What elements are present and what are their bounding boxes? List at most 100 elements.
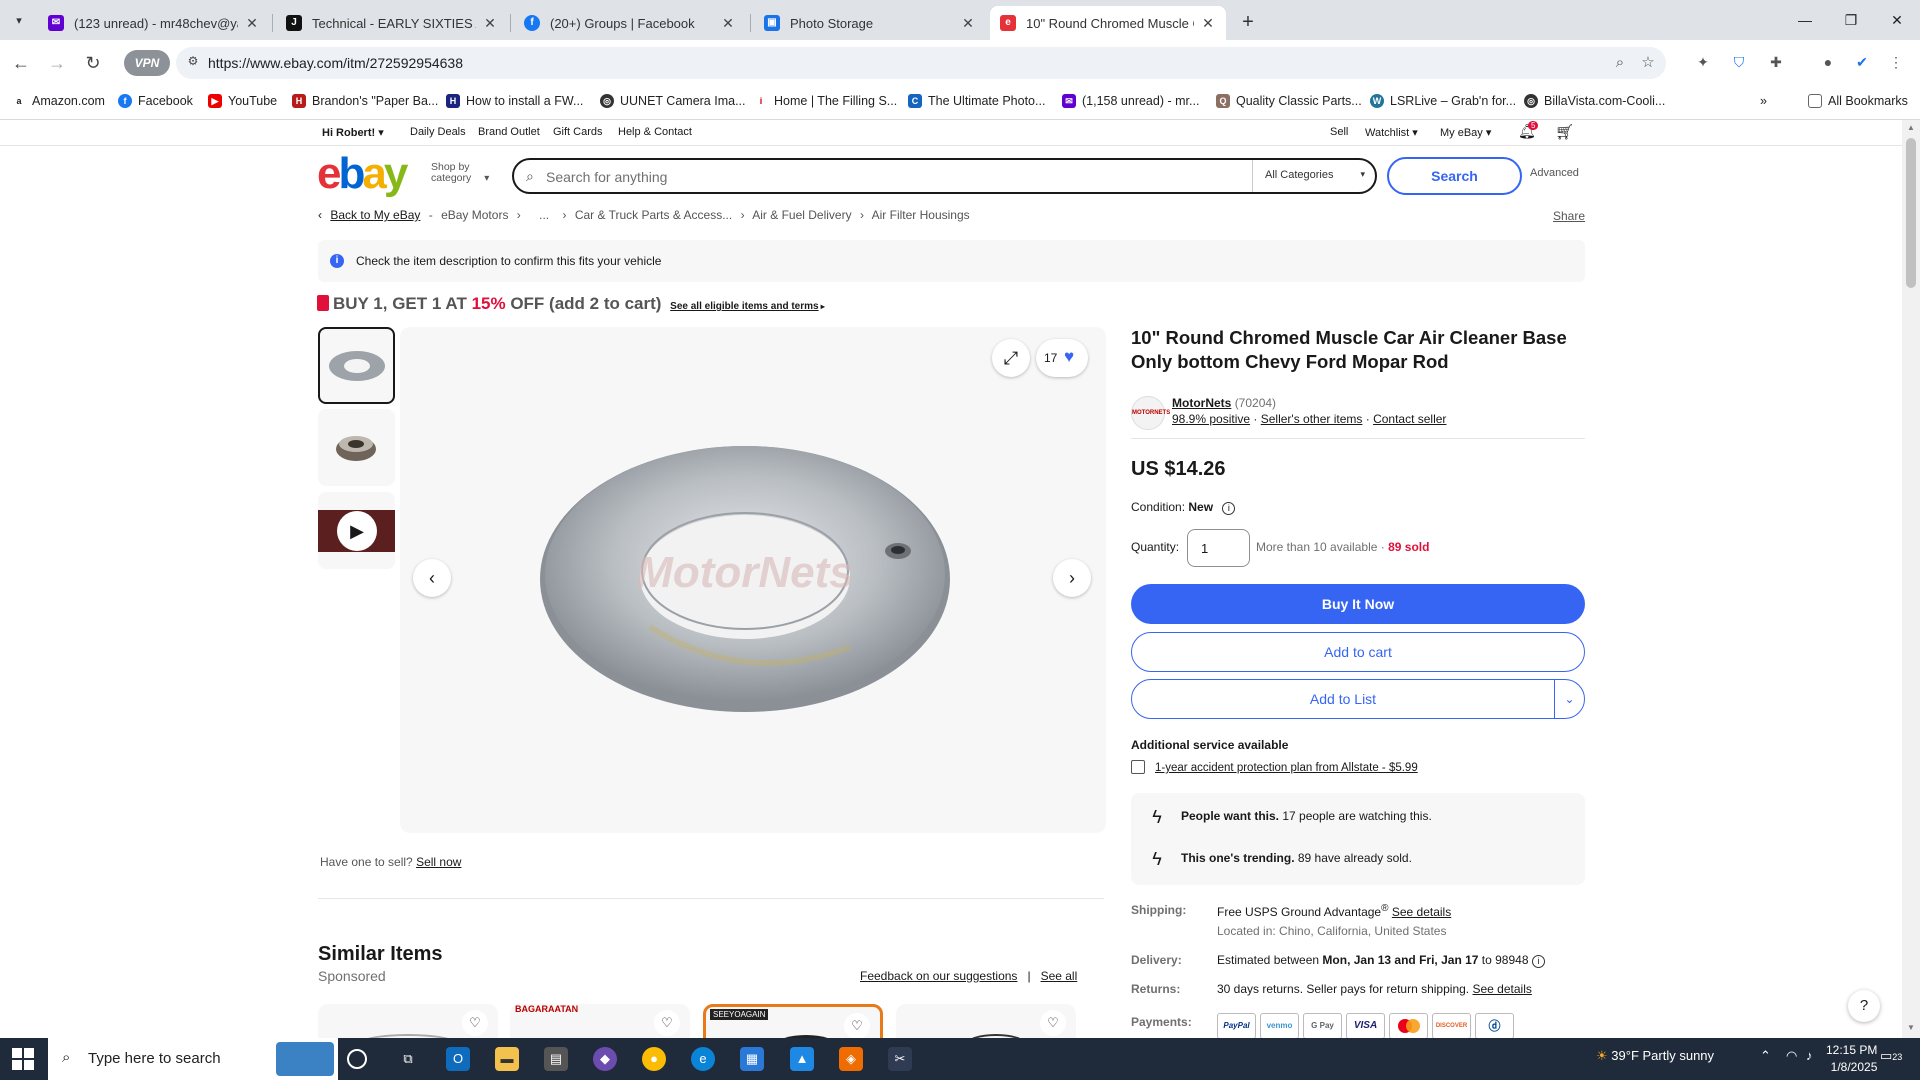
category-select[interactable]: All Categories ▾	[1252, 160, 1377, 192]
protection-plan-checkbox[interactable]	[1131, 760, 1145, 774]
shield-extension-icon[interactable]: ⛉	[1729, 52, 1749, 72]
feedback-link[interactable]: Feedback on our suggestions	[860, 969, 1017, 983]
promo-terms-link[interactable]: See all eligible items and terms	[670, 301, 818, 312]
crumb-car-truck-parts[interactable]: Car & Truck Parts & Access...	[575, 208, 732, 222]
heart-icon[interactable]: ♡	[1040, 1010, 1066, 1036]
close-tab-icon[interactable]: ✕	[1200, 15, 1216, 32]
returns-details-link[interactable]: See details	[1472, 982, 1531, 996]
tab-yahoo-mail[interactable]: ✉ (123 unread) - mr48chev@yaho ✕	[38, 6, 270, 40]
cart-icon[interactable]: 🛒︎	[1555, 123, 1574, 141]
forward-arrow-icon[interactable]: →	[43, 49, 71, 77]
thumbnail-video[interactable]: ▶	[318, 492, 395, 569]
bookmark-quality-classic[interactable]: Q Quality Classic Parts...	[1216, 94, 1362, 108]
more-bookmarks-icon[interactable]: »	[1760, 94, 1767, 108]
crumb-ellipsis[interactable]: ...	[539, 208, 549, 222]
new-tab-button[interactable]: +	[1234, 8, 1262, 36]
close-tab-icon[interactable]: ✕	[720, 15, 736, 32]
contact-seller-link[interactable]: Contact seller	[1373, 412, 1446, 426]
my-ebay-menu[interactable]: My eBay ▾	[1440, 126, 1491, 139]
tab-ebay-active[interactable]: e 10" Round Chromed Muscle Ca ✕	[990, 6, 1226, 40]
vpn-badge[interactable]: VPN	[124, 50, 170, 76]
close-tab-icon[interactable]: ✕	[482, 15, 498, 32]
back-chevron-icon[interactable]: ‹	[318, 208, 322, 222]
windows-start-icon[interactable]	[12, 1048, 34, 1070]
crumb-air-fuel[interactable]: Air & Fuel Delivery	[752, 208, 851, 222]
sell-now-link[interactable]: Sell now	[416, 855, 461, 869]
search-button[interactable]: Search	[1387, 157, 1522, 195]
close-tab-icon[interactable]: ✕	[960, 15, 976, 32]
heart-icon[interactable]: ♡	[844, 1013, 870, 1038]
info-icon[interactable]: i	[1531, 955, 1545, 968]
volume-icon[interactable]: ♪	[1806, 1048, 1813, 1063]
site-info-icon[interactable]: ⚙	[184, 54, 202, 72]
watchlist-menu[interactable]: Watchlist ▾	[1365, 126, 1418, 139]
bookmark-facebook[interactable]: f Facebook	[118, 94, 193, 108]
similar-item-card[interactable]: ♡	[896, 1004, 1076, 1038]
crumb-ebay-motors[interactable]: eBay Motors	[441, 208, 508, 222]
store-icon[interactable]: ▦	[740, 1047, 764, 1071]
notification-center-icon[interactable]: ▭23	[1880, 1048, 1902, 1064]
help-contact-link[interactable]: Help & Contact	[618, 126, 692, 138]
address-bar[interactable]: ⚙ https://www.ebay.com/itm/272592954638 …	[176, 47, 1666, 79]
gift-cards-link[interactable]: Gift Cards	[553, 126, 603, 138]
app-icon[interactable]: ▤	[544, 1047, 568, 1071]
see-all-link[interactable]: See all	[1041, 969, 1078, 983]
vpn-app-icon[interactable]: ◆	[593, 1047, 617, 1071]
notification-bell-icon[interactable]: 🔔︎ 5	[1518, 121, 1539, 140]
task-view-icon[interactable]: ⧉	[396, 1047, 420, 1071]
reload-icon[interactable]: ↻	[79, 49, 107, 77]
bookmark-lsrlive[interactable]: W LSRLive – Grab'n for...	[1370, 94, 1516, 108]
add-to-list-button[interactable]: Add to List	[1131, 679, 1555, 719]
bookmark-star-icon[interactable]: ☆	[1638, 53, 1658, 73]
bookmark-billavista[interactable]: ◎ BillaVista.com-Cooli...	[1524, 94, 1665, 108]
share-link[interactable]: Share	[1553, 209, 1585, 223]
search-input[interactable]: Search for anything	[546, 169, 667, 185]
app-notification-icon[interactable]: ◈	[839, 1047, 863, 1071]
back-arrow-icon[interactable]: ←	[7, 49, 35, 77]
edge-icon[interactable]: e	[691, 1047, 715, 1071]
network-icon[interactable]: ◠	[1786, 1048, 1797, 1064]
outlook-icon[interactable]: O	[446, 1047, 470, 1071]
greeting[interactable]: Hi Robert! ▾	[322, 126, 384, 139]
all-bookmarks[interactable]: All Bookmarks	[1808, 94, 1908, 108]
sell-link[interactable]: Sell	[1330, 126, 1348, 138]
seller-name-link[interactable]: MotorNets	[1172, 396, 1231, 410]
seller-avatar[interactable]: MOTORNETS	[1131, 396, 1170, 430]
quantity-input[interactable]: 1	[1187, 529, 1250, 567]
back-to-my-ebay-link[interactable]: Back to My eBay	[330, 208, 420, 222]
expand-icon[interactable]: ⤢	[992, 339, 1030, 377]
add-to-cart-button[interactable]: Add to cart	[1131, 632, 1585, 672]
similar-item-card[interactable]: ♡	[318, 1004, 498, 1038]
seller-other-items-link[interactable]: Seller's other items	[1261, 412, 1363, 426]
chrome-icon[interactable]: ●	[642, 1047, 666, 1071]
weather-widget[interactable]: ☀ 39°F Partly sunny	[1596, 1048, 1714, 1064]
info-icon[interactable]: i	[1222, 502, 1236, 515]
shipping-details-link[interactable]: See details	[1392, 905, 1451, 919]
heart-icon[interactable]: ♡	[462, 1010, 488, 1036]
bookmark-filling-station[interactable]: i Home | The Filling S...	[754, 94, 897, 108]
scrollbar-thumb[interactable]	[1906, 138, 1916, 288]
bookmark-uunet[interactable]: ◎ UUNET Camera Ima...	[600, 94, 746, 108]
help-question-icon[interactable]: ?	[1848, 990, 1880, 1022]
bookmark-yahoo-mail[interactable]: ✉ (1,158 unread) - mr...	[1062, 94, 1199, 108]
bookmark-brandons[interactable]: H Brandon's "Paper Ba...	[292, 94, 438, 108]
password-manager-icon[interactable]: ✔	[1852, 52, 1872, 72]
heart-icon[interactable]: ♡	[654, 1010, 680, 1036]
bookmark-amazon[interactable]: a Amazon.com	[12, 94, 105, 108]
previous-image-chevron-icon[interactable]: ‹	[413, 559, 451, 597]
close-window-button[interactable]: ✕	[1874, 4, 1920, 36]
ebay-logo[interactable]: ebay	[317, 152, 408, 196]
bookmark-fw-install[interactable]: H How to install a FW...	[446, 94, 583, 108]
scroll-down-arrow-icon[interactable]: ▼	[1906, 1023, 1916, 1035]
taskbar-search-input[interactable]: Type here to search	[88, 1050, 221, 1067]
watch-button[interactable]: 17 ♥	[1036, 339, 1088, 377]
crumb-air-filter[interactable]: Air Filter Housings	[872, 208, 970, 222]
protection-plan-label[interactable]: 1-year accident protection plan from All…	[1155, 762, 1418, 774]
profile-icon[interactable]: ●	[1818, 52, 1838, 72]
system-clock[interactable]: 12:15 PM 1/8/2025	[1826, 1042, 1877, 1076]
brand-outlet-link[interactable]: Brand Outlet	[478, 126, 540, 138]
close-tab-icon[interactable]: ✕	[244, 15, 260, 32]
minimize-button[interactable]: —	[1782, 4, 1828, 36]
tab-search-button[interactable]: ▾	[8, 10, 30, 32]
url-text[interactable]: https://www.ebay.com/itm/272592954638	[208, 55, 463, 71]
